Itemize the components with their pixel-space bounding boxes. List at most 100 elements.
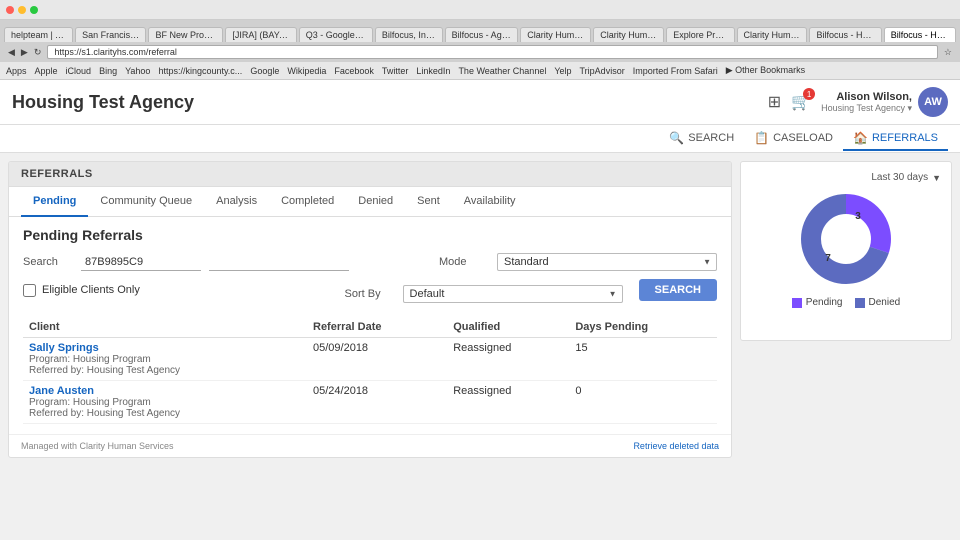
right-panel: Last 30 days ▼ 3 7 bbox=[740, 153, 960, 540]
nav-caseload-label: CASELOAD bbox=[773, 132, 833, 144]
eligible-sort-row: Eligible Clients Only Sort By Default Da… bbox=[23, 279, 717, 309]
bookmark-linkedin[interactable]: LinkedIn bbox=[416, 66, 450, 76]
mode-select[interactable]: Standard Advanced bbox=[497, 253, 717, 271]
address-input[interactable] bbox=[47, 45, 938, 59]
tab-community-queue[interactable]: Community Queue bbox=[88, 187, 204, 217]
search-label: Search bbox=[23, 256, 73, 268]
table-row: Sally Springs Program: Housing Program R… bbox=[23, 338, 717, 381]
close-dot[interactable] bbox=[6, 6, 14, 14]
back-button[interactable]: ◀ bbox=[8, 47, 15, 58]
nav-caseload[interactable]: 📋 CASELOAD bbox=[744, 127, 843, 151]
legend-pending: Pending bbox=[792, 297, 843, 308]
client-name-2[interactable]: Jane Austen bbox=[29, 385, 301, 397]
client-referred-2: Referred by: Housing Test Agency bbox=[29, 408, 301, 419]
legend-pending-label: Pending bbox=[806, 297, 843, 308]
address-bar: ◀ ▶ ↻ ☆ bbox=[0, 42, 960, 62]
caseload-icon: 📋 bbox=[754, 131, 769, 145]
qualified-2: Reassigned bbox=[447, 381, 569, 424]
bookmark-google[interactable]: Google bbox=[250, 66, 279, 76]
bookmark-twitter[interactable]: Twitter bbox=[382, 66, 409, 76]
section-body: Pending Referrals Search Mode Standard bbox=[9, 217, 731, 434]
bookmark-apple[interactable]: Apple bbox=[35, 66, 58, 76]
bookmark-imported[interactable]: Imported From Safari bbox=[633, 66, 718, 76]
pending-legend-icon bbox=[792, 298, 802, 308]
grid-icon[interactable]: ⊞ bbox=[768, 92, 781, 112]
bookmark-other[interactable]: ▶ Other Bookmarks bbox=[726, 65, 805, 76]
chart-card: Last 30 days ▼ 3 7 bbox=[740, 161, 952, 341]
footer-left-text: Managed with Clarity Human Services bbox=[21, 441, 174, 451]
footer-retrieve-link[interactable]: Retrieve deleted data bbox=[633, 441, 719, 451]
bookmark-apps[interactable]: Apps bbox=[6, 66, 27, 76]
eligible-label: Eligible Clients Only bbox=[42, 284, 140, 296]
tab-clarity3[interactable]: Clarity Human... bbox=[737, 27, 808, 42]
bookmark-kingcounty[interactable]: https://kingcounty.c... bbox=[158, 66, 242, 76]
tab-bilfocus2[interactable]: Bilfocus - Agen... bbox=[445, 27, 519, 42]
notification-icon[interactable]: 🛒 1 bbox=[791, 92, 811, 112]
tab-sf[interactable]: San Francisco... bbox=[75, 27, 146, 42]
col-referral-date: Referral Date bbox=[307, 317, 447, 338]
chart-period: Last 30 days bbox=[871, 172, 928, 183]
tab-bilfocus4-active[interactable]: Bilfocus - Hum... bbox=[884, 27, 956, 42]
search-btn-area: SEARCH bbox=[639, 279, 717, 301]
tab-sent[interactable]: Sent bbox=[405, 187, 452, 217]
left-panel: REFERRALS Pending Community Queue Analys… bbox=[0, 153, 740, 540]
client-cell-2: Jane Austen Program: Housing Program Ref… bbox=[23, 381, 307, 424]
app-header: Housing Test Agency ⊞ 🛒 1 Alison Wilson,… bbox=[0, 80, 960, 125]
bookmark-yahoo[interactable]: Yahoo bbox=[125, 66, 150, 76]
referrals-icon: 🏠 bbox=[853, 131, 868, 145]
col-qualified: Qualified bbox=[447, 317, 569, 338]
chart-expand-icon[interactable]: ▼ bbox=[932, 173, 941, 183]
nav-referrals[interactable]: 🏠 REFERRALS bbox=[843, 127, 948, 151]
main-content: REFERRALS Pending Community Queue Analys… bbox=[0, 153, 960, 540]
tab-jira[interactable]: [JIRA] (BAY-1)... bbox=[225, 27, 296, 42]
user-info: Alison Wilson, Housing Test Agency ▾ AW bbox=[821, 87, 948, 117]
tab-bilfocus3[interactable]: Bilfocus - Hum... bbox=[809, 27, 881, 42]
tab-q3[interactable]: Q3 - Google Dr... bbox=[299, 27, 373, 42]
client-name-1[interactable]: Sally Springs bbox=[29, 342, 301, 354]
mode-label: Mode bbox=[439, 256, 489, 268]
sort-by-select[interactable]: Default Date Name bbox=[403, 285, 623, 303]
nav-search-label: SEARCH bbox=[688, 132, 734, 144]
referral-date-1: 05/09/2018 bbox=[307, 338, 447, 381]
footer-bar: Managed with Clarity Human Services Retr… bbox=[9, 434, 731, 457]
bookmark-facebook[interactable]: Facebook bbox=[334, 66, 374, 76]
refresh-button[interactable]: ↻ bbox=[34, 47, 42, 58]
qualified-1: Reassigned bbox=[447, 338, 569, 381]
user-name: Alison Wilson, bbox=[821, 91, 912, 103]
tab-pending[interactable]: Pending bbox=[21, 187, 88, 217]
browser-bar bbox=[0, 0, 960, 20]
bookmark-tripadvisor[interactable]: TripAdvisor bbox=[580, 66, 625, 76]
tab-clarity2[interactable]: Clarity Human... bbox=[593, 27, 664, 42]
referral-date-2: 05/24/2018 bbox=[307, 381, 447, 424]
bookmark-wikipedia[interactable]: Wikipedia bbox=[287, 66, 326, 76]
tab-analysis[interactable]: Analysis bbox=[204, 187, 269, 217]
user-agency[interactable]: Housing Test Agency ▾ bbox=[821, 103, 912, 114]
bookmark-yelp[interactable]: Yelp bbox=[554, 66, 571, 76]
page-title: Pending Referrals bbox=[23, 227, 717, 243]
table-body: Sally Springs Program: Housing Program R… bbox=[23, 338, 717, 424]
tab-helpteam[interactable]: helpteam | Au... bbox=[4, 27, 73, 42]
tab-clarity1[interactable]: Clarity Human... bbox=[520, 27, 591, 42]
search-input-2[interactable] bbox=[209, 254, 349, 271]
forward-button[interactable]: ▶ bbox=[21, 47, 28, 58]
denied-label: 7 bbox=[825, 253, 831, 264]
search-button[interactable]: SEARCH bbox=[639, 279, 717, 301]
eligible-checkbox[interactable] bbox=[23, 284, 36, 297]
user-details: Alison Wilson, Housing Test Agency ▾ bbox=[821, 91, 912, 114]
tab-bf-new[interactable]: BF New Progra... bbox=[148, 27, 223, 42]
tab-explore[interactable]: Explore Proje... bbox=[666, 27, 734, 42]
tab-availability[interactable]: Availability bbox=[452, 187, 528, 217]
tab-denied[interactable]: Denied bbox=[346, 187, 405, 217]
maximize-dot[interactable] bbox=[30, 6, 38, 14]
tab-completed[interactable]: Completed bbox=[269, 187, 346, 217]
tab-bilfocus1[interactable]: Bilfocus, Inc. ... bbox=[375, 27, 443, 42]
bookmark-star[interactable]: ☆ bbox=[944, 47, 952, 58]
minimize-dot[interactable] bbox=[18, 6, 26, 14]
bookmark-weather[interactable]: The Weather Channel bbox=[458, 66, 546, 76]
search-input[interactable] bbox=[81, 254, 201, 271]
referrals-section: REFERRALS Pending Community Queue Analys… bbox=[8, 161, 732, 458]
bookmark-bing[interactable]: Bing bbox=[99, 66, 117, 76]
col-days-pending: Days Pending bbox=[569, 317, 717, 338]
bookmark-icloud[interactable]: iCloud bbox=[66, 66, 92, 76]
nav-search[interactable]: 🔍 SEARCH bbox=[659, 127, 744, 151]
